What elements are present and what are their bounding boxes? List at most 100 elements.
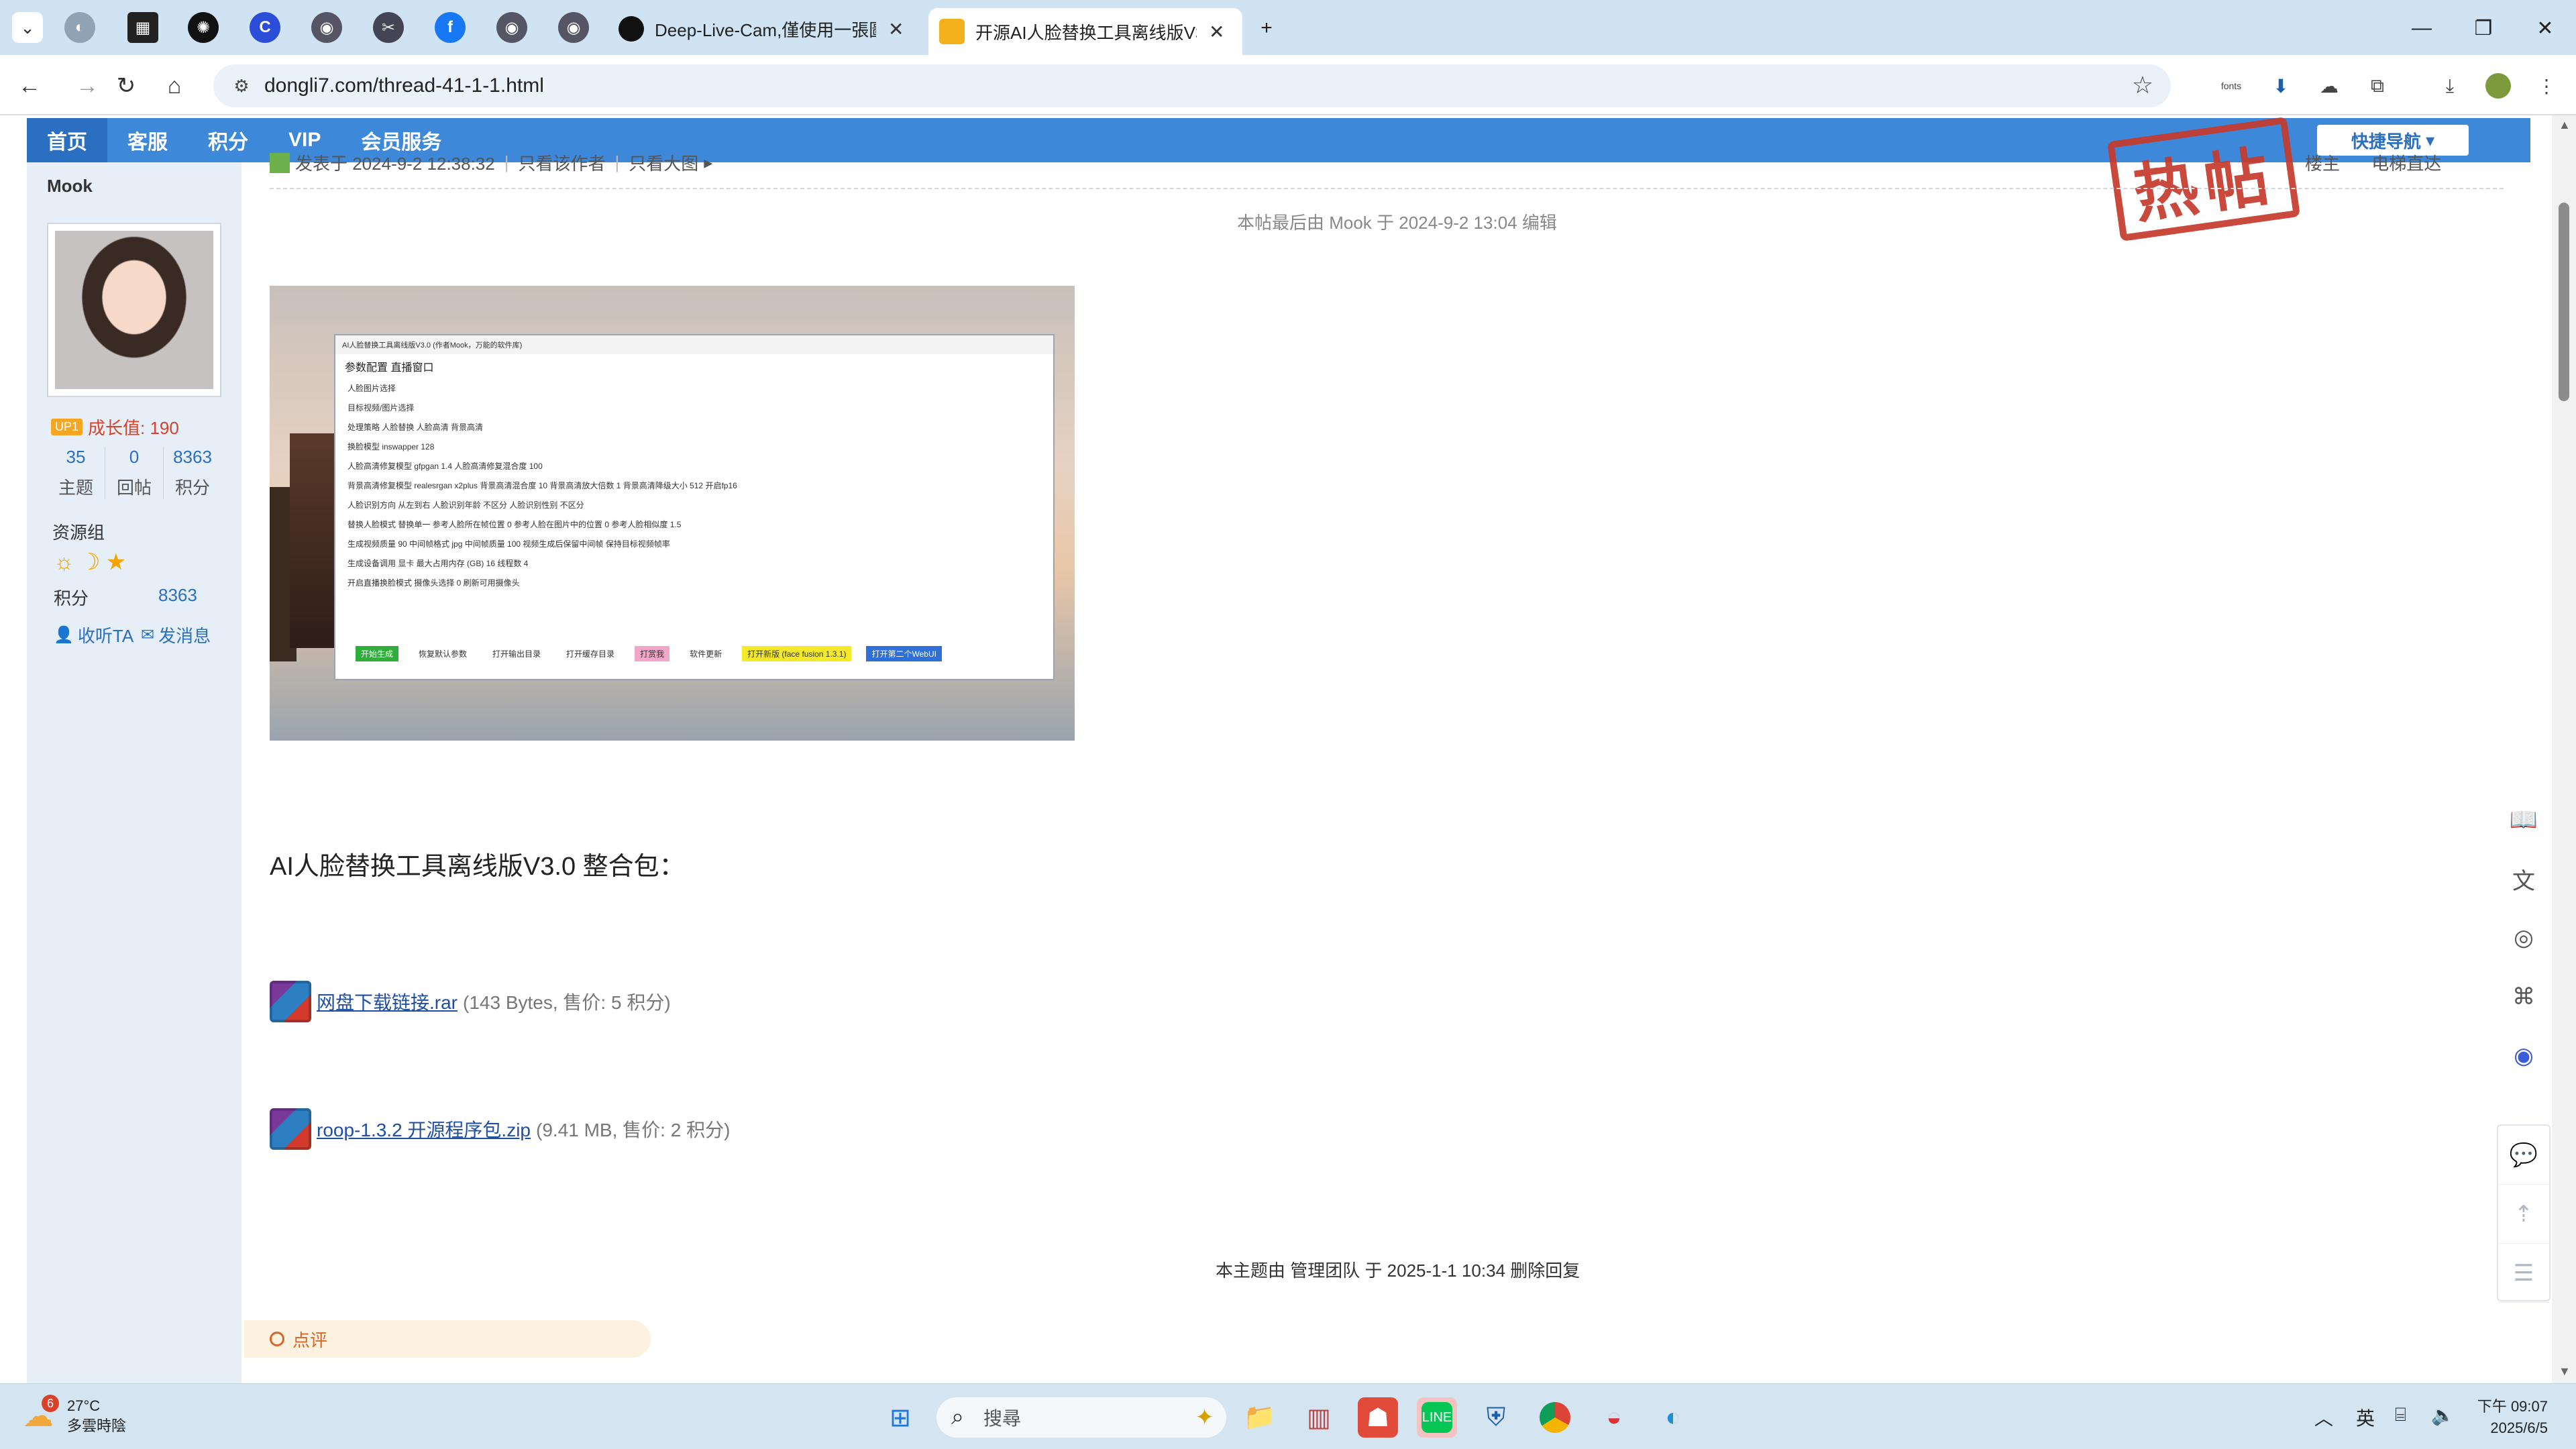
app-row: 目标视频/图片选择 <box>347 403 415 413</box>
volume-icon[interactable]: 🔈 <box>2431 1404 2455 1426</box>
tab-close-icon[interactable]: ✕ <box>888 18 904 40</box>
nav-support[interactable]: 客服 <box>107 118 188 162</box>
url-text: dongli7.com/thread-41-1-1.html <box>264 74 544 97</box>
app-red-icon[interactable]: ☗ <box>1358 1397 1398 1438</box>
stat-points[interactable]: 8363 积分 <box>164 447 221 499</box>
app-row: 替换人脸模式 替换单一 参考人脸所在帧位置 0 参考人脸在图片中的位置 0 参考… <box>347 520 682 529</box>
app-row: 处理策略 人脸替换 人脸高清 背景高清 <box>347 423 484 432</box>
nav-points[interactable]: 积分 <box>188 118 268 162</box>
app-red-2-icon[interactable]: ◒ <box>1594 1397 1634 1438</box>
chrome-icon[interactable] <box>1535 1397 1575 1438</box>
profile-avatar-icon[interactable] <box>2482 70 2514 102</box>
assistant-icon[interactable]: ◉ <box>2501 1033 2546 1079</box>
restore-icon[interactable]: ❐ <box>2466 11 2501 46</box>
comment-circle-icon <box>270 1332 284 1346</box>
new-tab-plus-icon[interactable]: + <box>1249 11 1284 46</box>
app-row: 生成视频质量 90 中间帧格式 jpg 中间帧质量 100 视频生成后保留中间帧… <box>347 539 670 549</box>
message-link[interactable]: ✉ 发消息 <box>141 623 211 647</box>
reading-mode-icon[interactable]: 📖 <box>2501 797 2546 843</box>
weather-temp: 27°C <box>67 1397 101 1414</box>
attachment-link[interactable]: 网盘下载链接.rar <box>317 988 458 1015</box>
stat-label: 主题 <box>58 478 93 498</box>
back-arrow-icon[interactable]: ← <box>12 68 47 103</box>
tab-search-chevron-icon[interactable]: ⌄ <box>12 12 43 43</box>
floor-jump[interactable]: 电梯直达 <box>2371 154 2441 174</box>
file-explorer-icon[interactable]: 📁 <box>1240 1397 1280 1438</box>
extensions-puzzle-icon[interactable]: ⧉ <box>2361 70 2394 102</box>
attachment-link[interactable]: roop-1.3.2 开源程序包.zip <box>317 1116 531 1142</box>
stat-topics[interactable]: 35 主题 <box>47 447 105 499</box>
nav-home[interactable]: 首页 <box>27 118 107 162</box>
tray-chevron-icon[interactable]: ︿ <box>2314 1404 2333 1431</box>
pinned-tab-facebook-icon[interactable]: f <box>435 12 466 43</box>
window-close-icon[interactable]: ✕ <box>2528 11 2563 46</box>
pinned-tab-cut-icon[interactable]: ✂ <box>373 12 404 43</box>
pinned-tab-avatar-icon-3[interactable]: ◉ <box>558 12 589 43</box>
author-avatar-frame[interactable] <box>47 223 221 397</box>
big-image-link[interactable]: 只看大图 <box>629 150 698 175</box>
weather-cloud-icon: ☁ 6 <box>23 1395 60 1435</box>
author-sidebar: Mook UP1 成长值: 190 35 主题 0 回帖 8363 积分 资源组… <box>27 162 241 1383</box>
tab-title: 开源AI人脸替换工具离线版V3.0 <box>975 22 1197 43</box>
search-icon: ⌕ <box>951 1404 965 1430</box>
reply-bubble-icon[interactable]: 💬 <box>2498 1126 2549 1185</box>
post-image[interactable]: AI人脸替换工具离线版V3.0 (作者Mook，万能的软件库) 参数配置 直播窗… <box>270 286 1075 741</box>
floor-info: 楼主 电梯直达 <box>2305 150 2441 175</box>
apps-grid-icon[interactable]: ⌘ <box>2501 974 2546 1020</box>
reload-icon[interactable]: ↻ <box>109 68 144 103</box>
star-icon: ★ <box>105 549 132 575</box>
fonts-extension-icon[interactable]: fonts <box>2215 70 2247 102</box>
pinned-tab-avatar-icon-2[interactable]: ◉ <box>496 12 527 43</box>
weather-widget[interactable]: ☁ 6 27°C 多雲時陰 <box>23 1395 126 1436</box>
stat-replies[interactable]: 0 回帖 <box>105 447 164 499</box>
pinned-tab-globe-icon[interactable]: ◐ <box>64 12 95 43</box>
address-bar[interactable]: ⚙ dongli7.com/thread-41-1-1.html ☆ <box>213 64 2171 107</box>
scroll-thumb[interactable] <box>2559 203 2569 401</box>
system-clock[interactable]: 下午 09:07 2025/6/5 <box>2473 1396 2548 1439</box>
forward-arrow-icon[interactable]: → <box>70 68 105 103</box>
pinned-tab-chatgpt-icon[interactable]: ✺ <box>188 12 219 43</box>
tab-deep-live-cam[interactable]: Deep-Live-Cam,僅使用一張圖… ✕ <box>608 8 923 50</box>
user-plus-icon: 👤 <box>54 626 74 644</box>
only-author-link[interactable]: 只看该作者 <box>519 150 606 175</box>
comment-button[interactable]: 点评 <box>244 1320 651 1358</box>
pinned-tab-c-icon[interactable]: C <box>250 12 280 43</box>
list-icon[interactable]: ☰ <box>2498 1244 2549 1303</box>
downloads-icon[interactable]: ⤓ <box>2434 70 2466 102</box>
chat-extension-icon[interactable]: ☁ <box>2313 70 2345 102</box>
ime-indicator[interactable]: 英 <box>2356 1404 2375 1431</box>
quick-nav-label: 快捷导航 <box>2351 131 2421 152</box>
post-heading: AI人脸替换工具离线版V3.0 整合包： <box>270 853 685 881</box>
network-icon[interactable]: ⌸ <box>2395 1404 2406 1426</box>
menu-kebab-icon[interactable]: ⋮ <box>2530 70 2563 102</box>
home-icon[interactable]: ⌂ <box>157 68 192 103</box>
translate-icon[interactable]: 文 <box>2501 856 2546 902</box>
line-app-icon[interactable]: LINE <box>1417 1397 1457 1438</box>
pinned-tab-app-icon[interactable]: ▦ <box>127 12 158 43</box>
attachment-item: roop-1.3.2 开源程序包.zip (9.41 MB, 售价: 2 积分) <box>270 1108 730 1150</box>
edge-icon[interactable]: ◐ <box>1653 1397 1693 1438</box>
tab-title: Deep-Live-Cam,僅使用一張圖… <box>655 19 876 40</box>
taskbar-search[interactable]: ⌕ 搜尋 ✦ <box>936 1397 1226 1438</box>
author-name[interactable]: Mook <box>47 176 93 197</box>
app-icon[interactable]: ▥ <box>1299 1397 1339 1438</box>
tab-active-thread[interactable]: 开源AI人脸替换工具离线版V3.0 ✕ <box>928 8 1242 55</box>
moon-icon: ☽ <box>80 549 106 575</box>
posted-at: 发表于 2024-9-2 12:38:32 <box>295 154 495 174</box>
minimize-icon[interactable]: — <box>2404 11 2439 46</box>
bookmark-star-icon[interactable]: ☆ <box>2132 71 2153 99</box>
back-to-top-icon[interactable]: ⇡ <box>2498 1185 2549 1244</box>
scroll-down-icon[interactable]: ▼ <box>2559 1364 2571 1379</box>
scroll-up-icon[interactable]: ▲ <box>2559 118 2571 132</box>
github-icon <box>619 16 644 42</box>
download-extension-icon[interactable]: ⬇ <box>2265 70 2297 102</box>
security-shield-icon[interactable]: ⛨ <box>1476 1397 1516 1438</box>
author-stats: 35 主题 0 回帖 8363 积分 <box>47 447 221 499</box>
site-info-icon[interactable]: ⚙ <box>228 72 255 99</box>
follow-link[interactable]: 👤 收听TA <box>54 623 133 647</box>
page-scrollbar[interactable]: ▲ ▼ <box>2552 115 2576 1383</box>
windows-start-icon[interactable]: ⊞ <box>880 1397 920 1438</box>
tab-close-icon[interactable]: ✕ <box>1209 21 1224 43</box>
podcast-icon[interactable]: ◎ <box>2501 915 2546 961</box>
pinned-tab-avatar-icon[interactable]: ◉ <box>311 12 342 43</box>
